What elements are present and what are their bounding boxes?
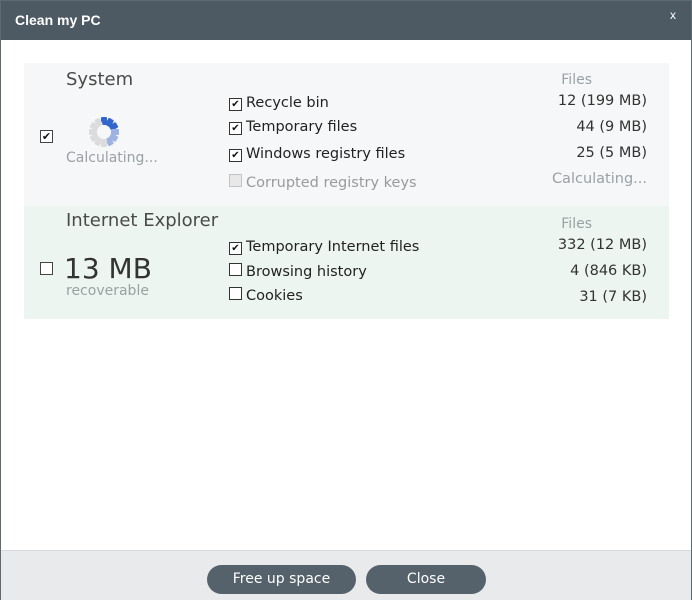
- free-up-space-button[interactable]: Free up space: [207, 565, 356, 594]
- count-windows-registry-files: 25 (5 MB): [576, 145, 647, 161]
- recycle-bin-checkbox[interactable]: ✔: [229, 98, 242, 111]
- item-recycle-bin[interactable]: ✔ Recycle bin: [229, 95, 329, 111]
- loading-spinner-icon: [89, 117, 119, 147]
- recoverable-caption: recoverable: [66, 283, 149, 299]
- window-title: Clean my PC: [15, 12, 101, 28]
- item-windows-registry-files[interactable]: ✔ Windows registry files: [229, 146, 405, 162]
- close-button[interactable]: Close: [366, 565, 486, 594]
- temporary-files-checkbox[interactable]: ✔: [229, 122, 242, 135]
- browsing-history-checkbox[interactable]: [229, 263, 242, 276]
- count-cookies: 31 (7 KB): [579, 289, 647, 305]
- count-recycle-bin: 12 (199 MB): [557, 93, 647, 109]
- system-status: Calculating...: [66, 150, 158, 166]
- count-browsing-history: 4 (846 KB): [570, 263, 647, 279]
- item-temporary-files[interactable]: ✔ Temporary files: [229, 119, 357, 135]
- system-title: System: [66, 69, 134, 90]
- cookies-checkbox[interactable]: [229, 287, 242, 300]
- item-label: Cookies: [246, 288, 303, 304]
- item-browsing-history[interactable]: Browsing history: [229, 263, 367, 280]
- item-cookies[interactable]: Cookies: [229, 287, 303, 304]
- item-label: Temporary Internet files: [246, 239, 420, 255]
- footer-bar: Free up space Close: [1, 550, 691, 600]
- item-label: Recycle bin: [246, 95, 329, 111]
- item-label: Corrupted registry keys: [246, 175, 417, 191]
- item-corrupted-registry-keys: Corrupted registry keys: [229, 174, 417, 191]
- system-section: System Files ✔ Calculating... ✔ Recycle b…: [24, 63, 669, 206]
- system-checkbox[interactable]: ✔: [40, 130, 53, 143]
- count-corrupted-registry-keys: Calculating...: [551, 171, 647, 187]
- ie-checkbox[interactable]: [40, 262, 53, 275]
- windows-registry-files-checkbox[interactable]: ✔: [229, 149, 242, 162]
- titlebar: Clean my PC x: [1, 1, 691, 40]
- item-label: Browsing history: [246, 264, 367, 280]
- corrupted-registry-keys-checkbox: [229, 174, 242, 187]
- close-icon[interactable]: x: [670, 8, 676, 22]
- recoverable-size: 13 MB: [64, 252, 152, 285]
- clean-my-pc-window: Clean my PC x System Files ✔ Calculating…: [0, 0, 692, 600]
- ie-title: Internet Explorer: [66, 210, 219, 231]
- internet-explorer-section: Internet Explorer Files 13 MB recoverabl…: [24, 206, 669, 319]
- item-temporary-internet-files[interactable]: ✔ Temporary Internet files: [229, 239, 419, 255]
- item-label: Windows registry files: [246, 146, 406, 162]
- ie-files-header: Files: [561, 216, 592, 232]
- count-temporary-files: 44 (9 MB): [576, 119, 647, 135]
- item-label: Temporary files: [246, 119, 358, 135]
- temporary-internet-files-checkbox[interactable]: ✔: [229, 242, 242, 255]
- count-temporary-internet-files: 332 (12 MB): [557, 237, 647, 253]
- system-files-header: Files: [561, 72, 592, 88]
